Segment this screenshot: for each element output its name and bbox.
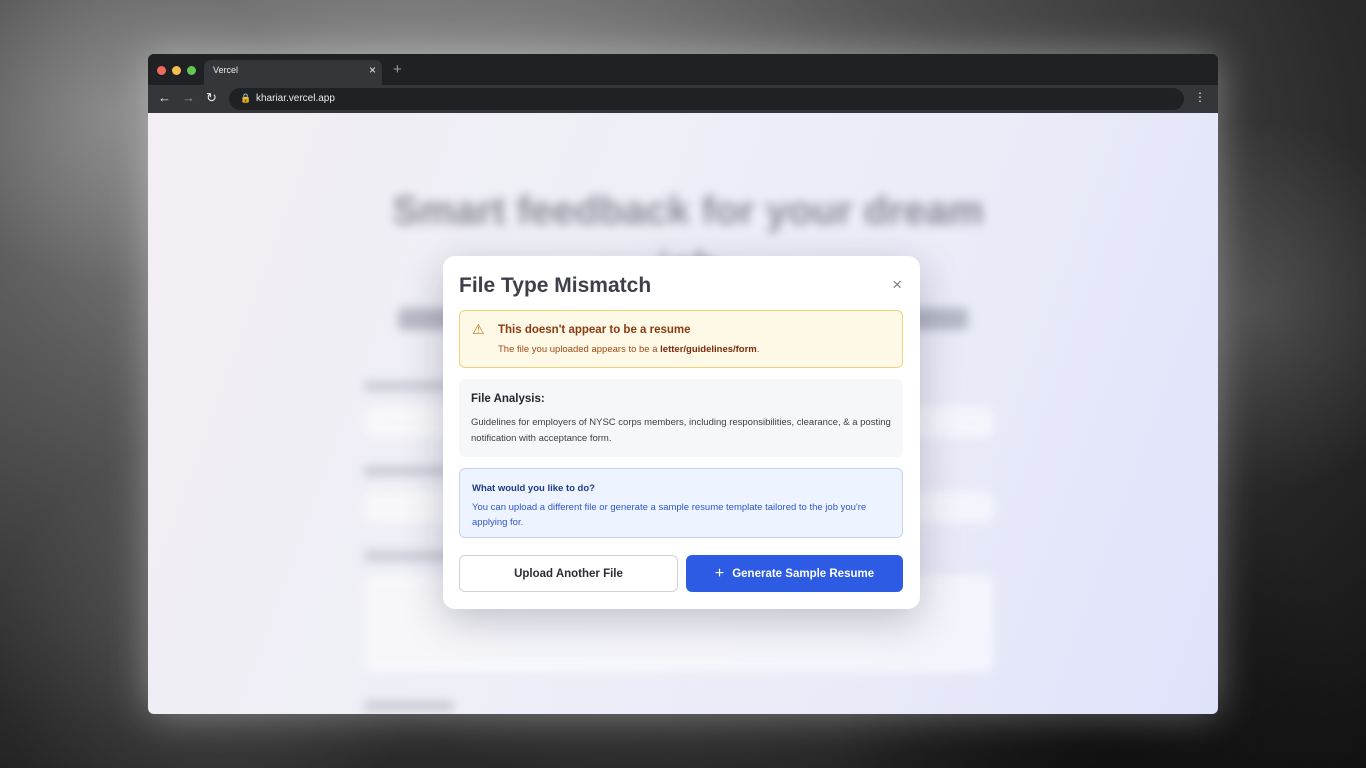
tab-bar: Vercel × + [148,54,1218,85]
warning-body-prefix: The file you uploaded appears to be a [498,344,661,355]
next-steps-panel: What would you like to do? You can uploa… [459,468,903,538]
back-icon[interactable]: ← [158,90,171,105]
plus-icon: + [714,564,725,582]
analysis-body: Guidelines for employers of NYSC corps m… [471,417,891,444]
page-viewport: Smart feedback for your dream job File T… [148,113,1218,714]
window-controls [157,66,196,75]
minimize-window-button[interactable] [172,66,181,75]
detected-file-type: letter/guidelines/form [660,344,757,355]
browser-tab[interactable]: Vercel × [204,60,382,85]
generate-button-label: Generate Sample Resume [732,567,875,580]
analysis-heading: File Analysis: [471,393,545,405]
url-text: khariar.vercel.app [256,93,335,104]
background-label [364,701,454,711]
close-icon[interactable]: × [892,275,902,295]
upload-another-file-button[interactable]: Upload Another File [459,555,678,592]
tab-title: Vercel [213,65,239,75]
reload-icon[interactable]: ↻ [206,90,217,106]
new-tab-button[interactable]: + [393,61,402,78]
address-bar[interactable]: 🔒 khariar.vercel.app [229,88,1184,110]
forward-icon[interactable]: → [182,90,195,105]
lock-icon: 🔒 [240,93,252,103]
tab-close-icon[interactable]: × [369,63,376,77]
next-steps-heading: What would you like to do? [472,483,595,494]
background-label [364,551,454,561]
browser-toolbar: ← → ↻ 🔒 khariar.vercel.app ⋮ [148,85,1218,113]
background-label [364,466,454,476]
browser-window: Vercel × + ← → ↻ 🔒 khariar.vercel.app ⋮ … [148,54,1218,714]
background-label [364,381,454,391]
browser-menu-icon[interactable]: ⋮ [1194,90,1206,104]
warning-body-suffix: . [756,344,760,355]
next-steps-body: You can upload a different file or gener… [472,502,867,528]
warning-body: The file you uploaded appears to be a le… [498,344,759,355]
warning-heading: This doesn't appear to be a resume [498,324,691,336]
warning-alert: ⚠ This doesn't appear to be a resume The… [459,310,903,368]
maximize-window-button[interactable] [187,66,196,75]
dialog-title: File Type Mismatch [459,274,652,297]
warning-icon: ⚠ [472,321,485,337]
file-analysis-panel: File Analysis: Guidelines for employers … [459,379,903,457]
file-type-mismatch-dialog: File Type Mismatch × ⚠ This doesn't appe… [443,256,920,609]
generate-sample-resume-button[interactable]: + Generate Sample Resume [686,555,903,592]
close-window-button[interactable] [157,66,166,75]
